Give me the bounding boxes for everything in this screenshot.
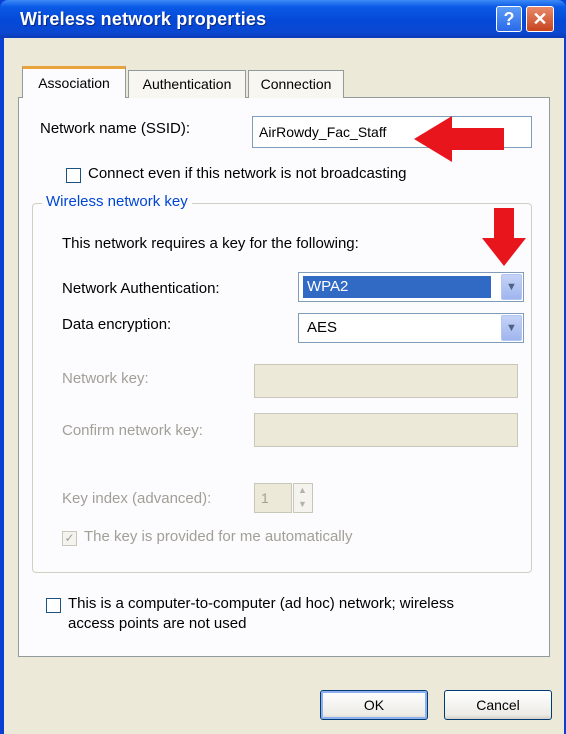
key-index-label: Key index (advanced): — [62, 490, 212, 507]
broadcast-checkbox-label: Connect even if this network is not broa… — [88, 165, 407, 182]
tab-connection[interactable]: Connection — [248, 70, 344, 98]
network-key-label: Network key: — [62, 370, 149, 387]
chevron-down-icon[interactable]: ▼ — [501, 315, 522, 341]
spin-up-icon[interactable]: ▲ — [298, 485, 307, 495]
wireless-key-legend: Wireless network key — [42, 193, 192, 210]
dialog-client-area: Association Authentication Connection Ne… — [4, 38, 564, 734]
tab-association[interactable]: Association — [22, 66, 126, 98]
spin-down-icon[interactable]: ▼ — [298, 499, 307, 509]
cancel-button[interactable]: Cancel — [444, 690, 552, 720]
broadcast-checkbox[interactable] — [66, 168, 81, 183]
title-bar[interactable]: Wireless network properties ? ✕ — [0, 0, 566, 38]
dialog-window: Wireless network properties ? ✕ Associat… — [0, 0, 566, 734]
auth-label: Network Authentication: — [62, 280, 220, 297]
ssid-label: Network name (SSID): — [40, 120, 191, 137]
network-key-input[interactable] — [254, 364, 518, 398]
key-index-spinner[interactable]: ▲ ▼ — [293, 483, 313, 513]
close-button[interactable]: ✕ — [526, 6, 554, 32]
window-title: Wireless network properties — [20, 9, 267, 29]
encryption-dropdown[interactable]: AES ▼ — [298, 313, 524, 343]
red-arrow-icon — [414, 116, 504, 162]
red-arrow-icon — [482, 208, 526, 266]
adhoc-label-line2: access points are not used — [68, 615, 247, 632]
auto-key-checkbox[interactable]: ✓ — [62, 531, 77, 546]
auth-value: WPA2 — [303, 276, 491, 298]
key-intro-text: This network requires a key for the foll… — [62, 235, 359, 252]
auth-dropdown[interactable]: WPA2 ▼ — [298, 272, 524, 302]
help-button[interactable]: ? — [496, 6, 522, 32]
confirm-key-label: Confirm network key: — [62, 422, 203, 439]
auto-key-label: The key is provided for me automatically — [84, 528, 353, 545]
encryption-value: AES — [307, 319, 338, 336]
adhoc-label-line1: This is a computer-to-computer (ad hoc) … — [68, 595, 454, 612]
adhoc-checkbox[interactable] — [46, 598, 61, 613]
tab-authentication[interactable]: Authentication — [128, 70, 246, 98]
chevron-down-icon[interactable]: ▼ — [501, 274, 522, 300]
ok-button[interactable]: OK — [320, 690, 428, 720]
encryption-label: Data encryption: — [62, 316, 172, 333]
confirm-key-input[interactable] — [254, 413, 518, 447]
key-index-input[interactable]: 1 — [254, 483, 292, 513]
